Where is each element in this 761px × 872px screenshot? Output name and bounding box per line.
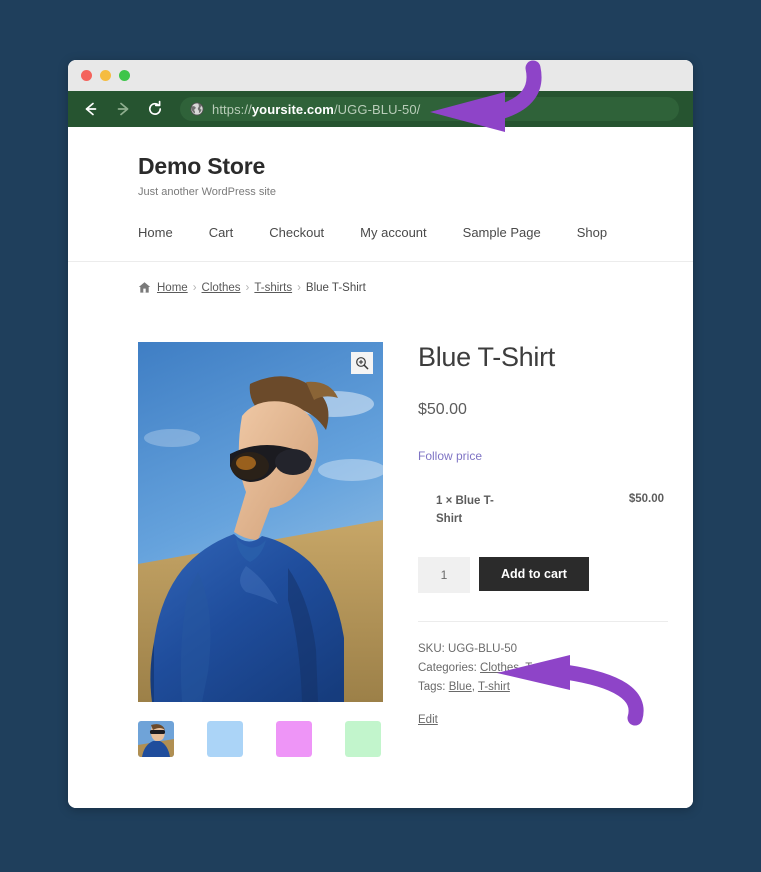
arrow-left-icon: [85, 102, 97, 116]
globe-icon: [190, 102, 204, 116]
categories-comma: ,: [519, 661, 523, 674]
url-path: /UGG-BLU-50/: [333, 101, 421, 117]
breadcrumb-item-tshirts[interactable]: T-shirts: [254, 282, 292, 294]
nav-item-cart[interactable]: Cart: [209, 225, 234, 240]
product-gallery: [138, 342, 383, 757]
tag-link-blue[interactable]: Blue: [449, 681, 472, 693]
reload-button[interactable]: [142, 96, 168, 122]
quantity-input[interactable]: [418, 556, 470, 593]
url-scheme: https://: [212, 101, 252, 117]
bundle-row: 1 × Blue T-Shirt $50.00: [418, 493, 668, 529]
product-photo: [138, 342, 383, 702]
browser-titlebar: [68, 60, 693, 91]
tags-comma: ,: [471, 680, 475, 693]
product-price: $50.00: [418, 401, 467, 418]
product-categories: Categories: Clothes, T-shirts: [418, 659, 668, 678]
product-main-image[interactable]: [138, 342, 383, 702]
category-link-tshirts[interactable]: T-shirts: [525, 662, 563, 674]
product-thumbnails: [138, 721, 383, 757]
breadcrumb-item-clothes[interactable]: Clothes: [202, 282, 241, 294]
sku-value: UGG-BLU-50: [448, 642, 518, 655]
nav-item-my-account[interactable]: My account: [360, 225, 426, 240]
magnifier-plus-icon: [356, 357, 369, 370]
edit-product-link[interactable]: Edit: [418, 711, 438, 730]
browser-window: https://yoursite.com/UGG-BLU-50/ Demo St…: [68, 60, 693, 808]
categories-label: Categories:: [418, 661, 477, 674]
meta-divider: [418, 620, 668, 622]
thumbnail-green-swatch[interactable]: [345, 721, 381, 757]
breadcrumb: Home › Clothes › T-shirts › Blue T-Shirt: [68, 262, 693, 294]
breadcrumb-item-current: Blue T-Shirt: [305, 281, 366, 294]
nav-item-home[interactable]: Home: [138, 225, 173, 240]
bundle-item-price: $50.00: [628, 493, 664, 505]
product-sku: SKU: UGG-BLU-50: [418, 640, 668, 659]
maximize-window-button[interactable]: [119, 70, 130, 81]
breadcrumb-item-home[interactable]: Home: [157, 282, 188, 294]
breadcrumb-separator: ›: [297, 281, 301, 294]
breadcrumb-separator: ›: [192, 281, 197, 294]
reload-icon: [148, 100, 162, 115]
forward-button[interactable]: [110, 96, 136, 122]
house-icon: [138, 281, 151, 294]
product-summary: Blue T-Shirt $50.00 Follow price 1 × Blu…: [383, 342, 693, 757]
close-window-button[interactable]: [81, 70, 92, 81]
image-zoom-button[interactable]: [351, 352, 373, 374]
thumbnail-blue-swatch[interactable]: [207, 721, 243, 757]
thumbnail-pink-swatch[interactable]: [276, 721, 312, 757]
site-tagline: Just another WordPress site: [138, 186, 276, 198]
product-meta: SKU: UGG-BLU-50 Categories: Clothes, T-s…: [418, 640, 668, 730]
category-link-clothes[interactable]: Clothes: [480, 662, 519, 674]
site-header: Demo Store Just another WordPress site: [68, 127, 693, 198]
url-host: yoursite.com: [251, 101, 334, 117]
address-bar[interactable]: https://yoursite.com/UGG-BLU-50/: [180, 97, 679, 121]
main-navigation: Home Cart Checkout My account Sample Pag…: [68, 198, 693, 240]
bundle-item-name: 1 × Blue T-Shirt: [436, 495, 494, 525]
address-bar-url: https://yoursite.com/UGG-BLU-50/: [212, 102, 420, 117]
sku-label: SKU:: [418, 642, 445, 655]
product-tags: Tags: Blue, T-shirt: [418, 678, 668, 697]
site-title[interactable]: Demo Store: [138, 153, 693, 180]
page-content: Demo Store Just another WordPress site H…: [68, 127, 693, 808]
tags-label: Tags:: [418, 680, 446, 693]
breadcrumb-separator: ›: [245, 281, 250, 294]
nav-item-shop[interactable]: Shop: [577, 225, 607, 240]
thumbnail-photo[interactable]: [138, 721, 174, 757]
product-section: Blue T-Shirt $50.00 Follow price 1 × Blu…: [68, 294, 693, 757]
add-to-cart-button[interactable]: Add to cart: [479, 556, 589, 591]
arrow-right-icon: [117, 102, 129, 116]
follow-price-link[interactable]: Follow price: [418, 449, 482, 463]
nav-item-sample-page[interactable]: Sample Page: [463, 225, 541, 240]
minimize-window-button[interactable]: [100, 70, 111, 81]
product-title: Blue T-Shirt: [418, 342, 555, 372]
tag-link-tshirt[interactable]: T-shirt: [478, 681, 510, 693]
back-button[interactable]: [78, 96, 104, 122]
add-to-cart-form: Add to cart: [418, 556, 668, 593]
nav-item-checkout[interactable]: Checkout: [269, 225, 324, 240]
browser-toolbar: https://yoursite.com/UGG-BLU-50/: [68, 91, 693, 127]
